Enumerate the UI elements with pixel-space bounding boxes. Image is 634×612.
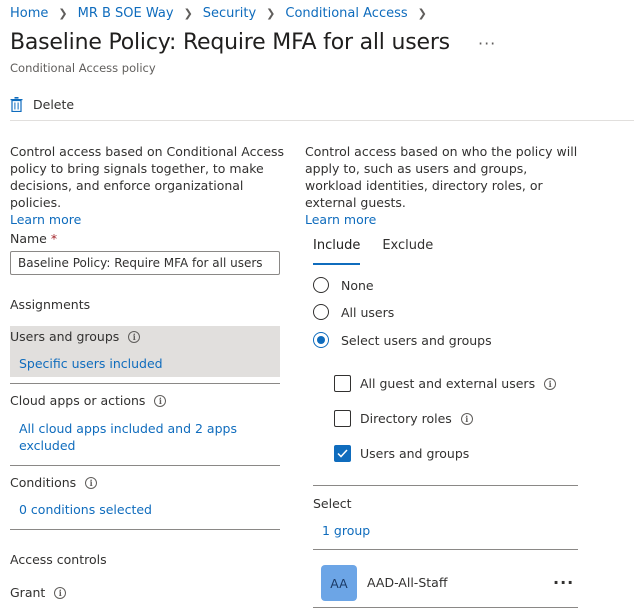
info-icon[interactable]: i [54, 586, 67, 599]
select-label: Select [313, 496, 352, 511]
member-divider [313, 549, 578, 550]
policy-name-input[interactable] [10, 251, 280, 275]
cloud-apps-link[interactable]: All cloud apps included and 2 apps exclu… [19, 420, 249, 454]
conditions-title-text: Conditions [10, 475, 77, 490]
checkbox-users-and-groups-label: Users and groups [360, 446, 470, 461]
radio-all-users-circle[interactable] [313, 304, 329, 320]
radio-none-label: None [341, 277, 374, 293]
member-more-options-icon[interactable]: ··· [553, 573, 574, 592]
info-icon[interactable]: i [460, 412, 473, 425]
right-description-text: Control access based on who the policy w… [305, 144, 578, 210]
select-group-link[interactable]: 1 group [322, 523, 370, 538]
right-description: Control access based on who the policy w… [305, 143, 580, 228]
chevron-right-icon: ❯ [266, 6, 276, 20]
conditions-title: Conditions i [10, 475, 98, 490]
chevron-right-icon: ❯ [183, 6, 193, 20]
left-learn-more-link[interactable]: Learn more [10, 211, 290, 228]
info-icon[interactable]: i [85, 476, 98, 489]
users-and-groups-section[interactable]: Users and groups i Specific users includ… [10, 326, 280, 377]
checkbox-directory-roles[interactable]: Directory roles i [334, 410, 473, 427]
left-description-text: Control access based on Conditional Acce… [10, 144, 285, 210]
checkbox-guest-box[interactable] [334, 375, 351, 392]
member-bottom-divider [313, 607, 578, 608]
cloud-apps-section[interactable]: Cloud apps or actions i All cloud apps i… [10, 392, 280, 462]
access-controls-heading: Access controls [10, 552, 107, 567]
required-indicator: * [50, 231, 58, 246]
users-and-groups-link[interactable]: Specific users included [19, 355, 163, 372]
breadcrumb: Home ❯ MR B SOE Way ❯ Security ❯ Conditi… [10, 4, 437, 22]
checkbox-directory-roles-label: Directory roles [360, 411, 452, 426]
avatar: AA [321, 565, 357, 601]
checkmark-icon [337, 449, 348, 458]
breadcrumb-security[interactable]: Security [203, 6, 256, 21]
chevron-right-icon: ❯ [58, 6, 68, 20]
section-divider [10, 465, 280, 466]
name-label: Name * [10, 231, 57, 246]
info-icon[interactable]: i [128, 330, 141, 343]
checkbox-guest-external-users[interactable]: All guest and external users i [334, 375, 557, 392]
chevron-right-icon: ❯ [417, 6, 427, 20]
assignments-heading: Assignments [10, 297, 91, 312]
page-title: Baseline Policy: Require MFA for all use… [10, 30, 450, 55]
checkbox-users-and-groups-box[interactable] [334, 445, 351, 462]
users-and-groups-title: Users and groups i [10, 329, 141, 344]
right-learn-more-link[interactable]: Learn more [305, 211, 580, 228]
checkbox-directory-roles-box[interactable] [334, 410, 351, 427]
section-divider [10, 383, 280, 384]
info-icon[interactable]: i [154, 394, 167, 407]
select-divider [313, 485, 578, 486]
tab-include[interactable]: Include [313, 238, 361, 265]
left-description: Control access based on Conditional Acce… [10, 143, 290, 228]
grant-title: Grant i [10, 585, 67, 600]
conditions-section[interactable]: Conditions i 0 conditions selected [10, 474, 280, 524]
info-icon[interactable]: i [544, 377, 557, 390]
breadcrumb-home[interactable]: Home [10, 6, 48, 21]
toolbar-divider [10, 120, 634, 121]
radio-none[interactable]: None [313, 277, 374, 293]
cloud-apps-title-text: Cloud apps or actions [10, 393, 146, 408]
member-name: AAD-All-Staff [367, 575, 448, 590]
conditions-link[interactable]: 0 conditions selected [19, 501, 152, 518]
radio-select-users-and-groups[interactable]: Select users and groups [313, 332, 492, 348]
trash-icon [10, 96, 23, 112]
users-and-groups-title-text: Users and groups [10, 329, 120, 344]
radio-all-users[interactable]: All users [313, 304, 394, 320]
page-subtitle: Conditional Access policy [10, 61, 156, 75]
radio-all-users-label: All users [341, 304, 395, 320]
more-options-icon[interactable]: ··· [478, 34, 496, 53]
grant-section[interactable]: Grant i [10, 584, 280, 606]
checkbox-guest-label: All guest and external users [360, 376, 536, 391]
name-label-text: Name [10, 231, 47, 246]
radio-select-users-circle[interactable] [313, 332, 329, 348]
breadcrumb-tenant[interactable]: MR B SOE Way [78, 6, 174, 21]
radio-none-circle[interactable] [313, 277, 329, 293]
section-divider [10, 529, 280, 530]
include-exclude-tabs: Include Exclude [313, 238, 455, 265]
cloud-apps-title: Cloud apps or actions i [10, 393, 167, 408]
breadcrumb-conditional-access[interactable]: Conditional Access [285, 6, 407, 21]
radio-select-users-label: Select users and groups [341, 332, 492, 348]
delete-label: Delete [33, 96, 75, 112]
checkbox-users-and-groups[interactable]: Users and groups [334, 445, 469, 462]
grant-title-text: Grant [10, 585, 46, 600]
delete-button[interactable]: Delete [10, 94, 74, 114]
tab-exclude[interactable]: Exclude [382, 238, 433, 265]
